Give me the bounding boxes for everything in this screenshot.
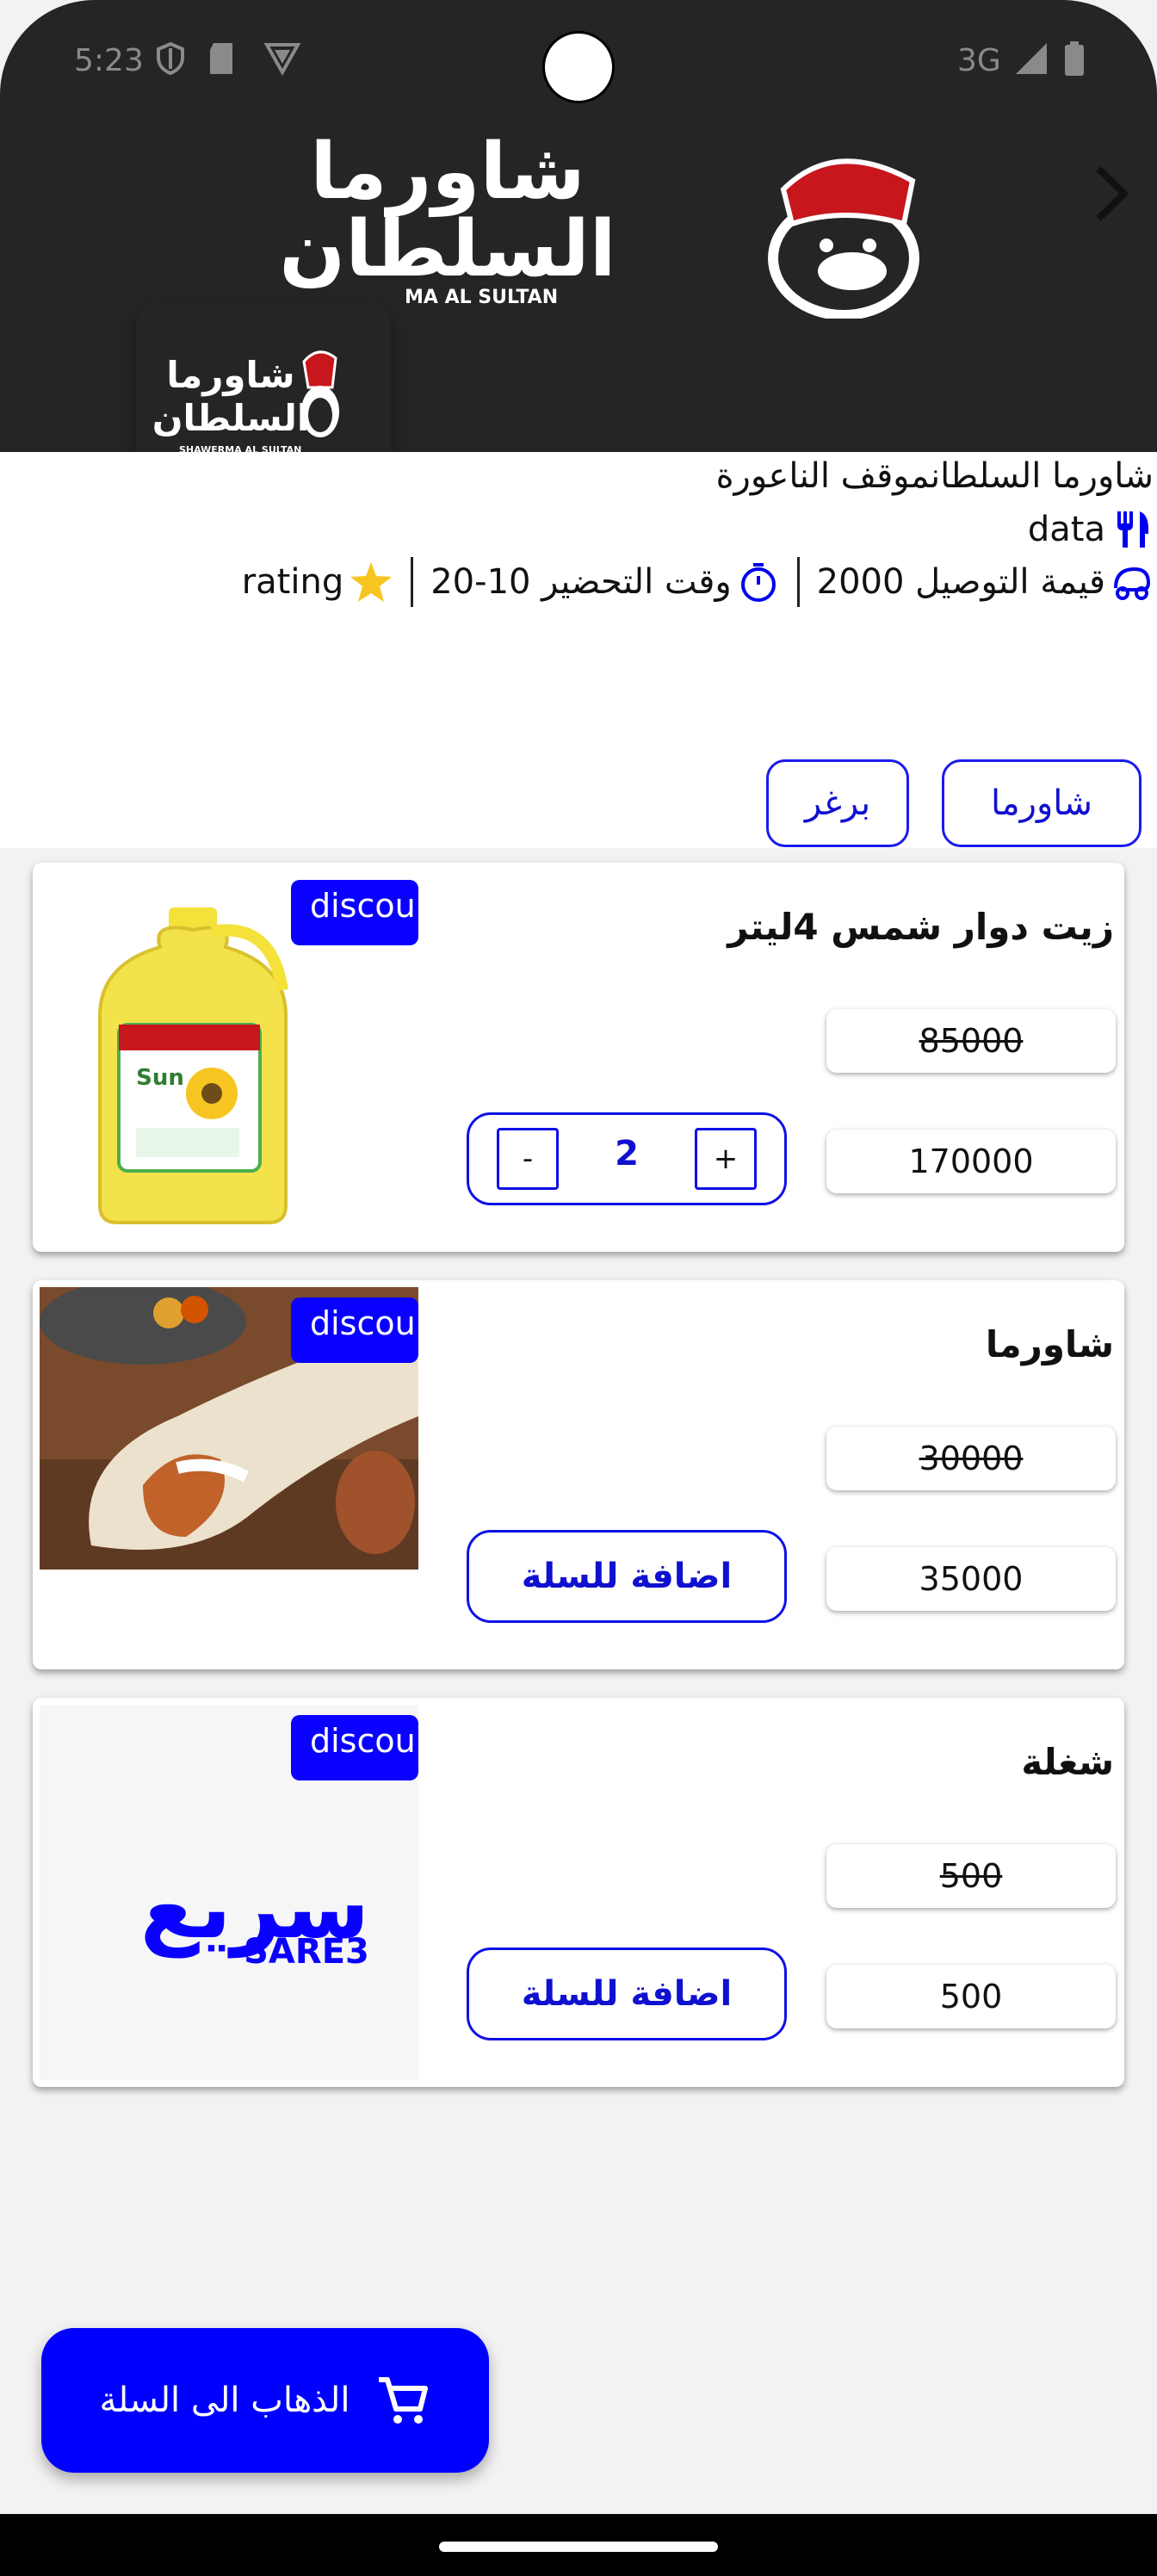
old-price: 500 [826,1844,1116,1908]
add-to-cart-button[interactable]: اضافة للسلة [467,1947,787,2040]
restaurant-name: شاورما السلطانموقف الناعورة [715,456,1154,496]
bottle-label: Sun [136,1065,184,1091]
product-title: زيت دوار شمس 4ليتر [727,906,1114,948]
prep-time-label: وقت التحضير 10-20 [430,562,732,602]
price-value: 500 [939,1978,1003,2016]
sd-card-icon [210,43,232,74]
delivery-fee: قيمة التوصيل 2000 [817,562,1154,602]
network-type: 3G [957,43,1001,78]
increase-button[interactable]: + [695,1128,757,1190]
home-indicator[interactable] [439,2542,718,2552]
star-icon [350,562,393,602]
app-screen: 5:23 3G شاورما السلطان MA AL SULTAN شاور… [0,0,1157,2576]
price: 35000 [826,1547,1116,1611]
old-price-value: 85000 [919,1022,1024,1060]
rating: rating [242,560,394,604]
go-to-cart-label: الذهاب الى السلة [99,2381,350,2420]
price: 170000 [826,1130,1116,1193]
product-card: شاورما 30000 35000 اضافة للسلة discount [33,1280,1124,1669]
restaurant-meta: قيمة التوصيل 2000 وقت التحضير 10-20 rati… [242,557,1154,607]
restaurant-logo-large: شاورما السلطان MA AL SULTAN [279,129,919,319]
old-price: 30000 [826,1427,1116,1490]
restaurant-type: data [1028,508,1154,551]
fork-knife-icon [1117,511,1148,548]
delivery-fee-label: قيمة التوصيل 2000 [816,562,1105,602]
add-to-cart-button[interactable]: اضافة للسلة [467,1530,787,1623]
quantity-stepper: - 2 + [467,1112,787,1205]
product-title: شاورما [985,1323,1114,1365]
go-to-cart-button[interactable]: الذهاب الى السلة [41,2328,489,2473]
discount-badge: discount [291,1715,418,1780]
category-chip-shawarma[interactable]: شاورما [942,759,1142,847]
discount-badge: discount [291,880,418,945]
divider [796,557,800,607]
old-price-value: 500 [939,1857,1003,1895]
product-card: شغلة 500 500 اضافة للسلة سريع SARE3 disc… [33,1698,1124,2087]
chef-mascot [768,158,919,319]
timer-icon [740,563,776,602]
discount-badge: discount [291,1297,418,1363]
camera-cutout [542,31,615,103]
sare3-latin: SARE3 [244,1932,369,1972]
old-price-value: 30000 [919,1440,1024,1477]
cart-icon [379,2377,429,2424]
price-value: 35000 [919,1560,1024,1598]
restaurant-type-label: data [1027,510,1105,549]
divider [411,557,414,607]
small-logo-line2: السلطان [152,397,310,439]
product-image: Sun discount [40,870,418,1245]
price: 500 [826,1965,1116,2028]
product-title: شغلة [1021,1741,1114,1783]
shield-icon [157,41,184,76]
old-price: 85000 [826,1009,1116,1073]
product-image: سريع SARE3 discount [40,1705,418,2080]
delivery-icon [1114,567,1151,600]
banner-caption: MA AL SULTAN [405,287,558,308]
rating-label: rating [241,562,344,602]
status-time: 5:23 [74,43,144,78]
small-logo-line1: شاورما [166,354,294,397]
product-card: زيت دوار شمس 4ليتر 85000 170000 - 2 + Su… [33,863,1124,1252]
category-chip-burger[interactable]: برغر [766,759,909,847]
product-image: discount [40,1287,418,1570]
chevron-right-icon[interactable] [1090,164,1133,224]
logo-line2: السلطان [279,204,616,294]
battery-icon [1065,41,1084,76]
signal-icon [1016,43,1047,74]
prep-time: وقت التحضير 10-20 [430,560,779,604]
price-value: 170000 [908,1142,1034,1180]
vpn-icon [263,43,301,76]
